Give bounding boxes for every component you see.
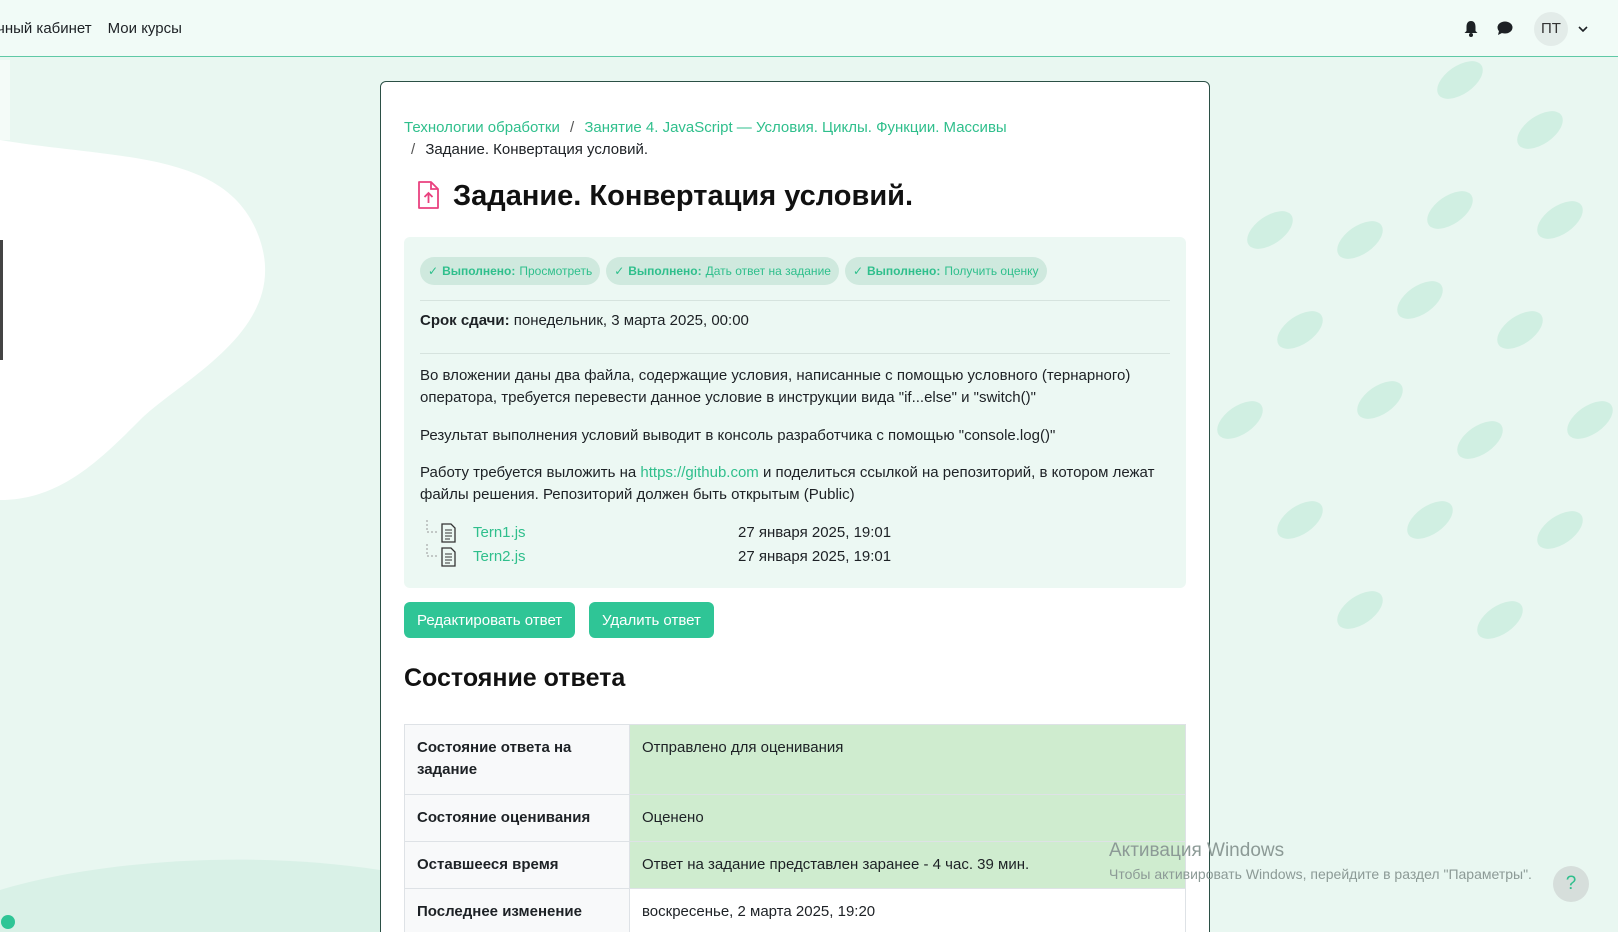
divider	[420, 353, 1170, 354]
file-link[interactable]: Tern2.js	[473, 548, 738, 565]
nav-item-dashboard[interactable]: чный кабинет	[0, 20, 92, 37]
file-item: Tern2.js 27 января 2025, 19:01	[420, 544, 891, 568]
completion-badge-grade: ✓ Выполнено: Получить оценку	[844, 257, 1047, 285]
completion-badges: ✓ Выполнено: Просмотреть ✓ Выполнено: Дать…	[420, 257, 1047, 285]
top-navbar: чный кабинет Мои курсы ПТ	[0, 0, 1618, 57]
file-link[interactable]: Tern1.js	[473, 524, 738, 541]
due-date-label: Срок сдачи:	[420, 312, 510, 329]
bell-icon[interactable]	[1460, 18, 1482, 40]
file-tree-icon	[426, 544, 456, 567]
description-paragraph: Результат выполнения условий выводит в к…	[420, 427, 1056, 444]
table-row: Состояние ответа на задание Отправлено д…	[404, 724, 1186, 795]
row-label: Последнее изменение	[404, 888, 630, 932]
table-row: Последнее изменение воскресенье, 2 марта…	[404, 888, 1186, 932]
breadcrumb-separator: /	[411, 141, 416, 158]
watermark-title: Активация Windows	[1109, 840, 1285, 861]
submission-status-heading: Состояние ответа	[404, 664, 626, 692]
check-icon: ✓	[428, 264, 439, 278]
row-value: воскресенье, 2 марта 2025, 19:20	[629, 888, 1186, 932]
nav-item-my-courses[interactable]: Мои курсы	[108, 20, 182, 37]
submission-status-table: Состояние ответа на задание Отправлено д…	[404, 724, 1186, 932]
assignment-upload-icon	[417, 180, 439, 213]
check-icon: ✓	[614, 264, 625, 278]
row-value: Отправлено для оценивания	[629, 724, 1186, 795]
attached-files: Tern1.js 27 января 2025, 19:01 Tern2.js …	[420, 520, 891, 568]
row-value: Ответ на задание представлен заранее - 4…	[629, 841, 1186, 889]
file-tree-icon	[426, 520, 456, 543]
avatar[interactable]: ПТ	[1534, 11, 1568, 46]
completion-badge-view: ✓ Выполнено: Просмотреть	[420, 257, 601, 285]
primary-navigation: чный кабинет Мои курсы	[0, 20, 182, 37]
description-paragraph: Во вложении даны два файла, содержащие у…	[420, 367, 1131, 406]
file-item: Tern1.js 27 января 2025, 19:01	[420, 520, 891, 544]
row-label: Состояние ответа на задание	[404, 724, 630, 795]
breadcrumb-course[interactable]: Технологии обработки	[404, 119, 560, 136]
breadcrumb-separator: /	[570, 119, 575, 136]
chevron-down-icon[interactable]	[1572, 18, 1594, 40]
check-icon: ✓	[852, 264, 864, 278]
file-date: 27 января 2025, 19:01	[738, 547, 892, 565]
windows-activation-watermark: Активация Windows Чтобы активировать Win…	[1109, 840, 1532, 882]
user-area: ПТ	[1460, 0, 1618, 57]
assignment-card: Технологии обработки / Занятие 4. JavaSc…	[380, 81, 1210, 932]
divider	[420, 300, 1170, 301]
watermark-text: Чтобы активировать Windows, перейдите в …	[1109, 866, 1532, 882]
assignment-info: ✓ Выполнено: Просмотреть ✓ Выполнено: Дать…	[404, 237, 1186, 588]
due-date-value: понедельник, 3 марта 2025, 00:00	[513, 312, 749, 329]
row-label: Состояние оценивания	[404, 794, 630, 842]
help-button[interactable]: ?	[1553, 866, 1589, 902]
completion-badge-submit: ✓ Выполнено: Дать ответ на задание	[606, 257, 839, 285]
edit-submission-button[interactable]: Редактировать ответ	[404, 602, 576, 638]
row-label: Оставшееся время	[404, 841, 630, 889]
breadcrumb-lesson[interactable]: Занятие 4. JavaScript — Условия. Циклы. …	[584, 119, 1006, 136]
row-value: Оценено	[629, 794, 1186, 842]
table-row: Оставшееся время Ответ на задание предст…	[404, 841, 1186, 889]
due-date: Срок сдачи: понедельник, 3 марта 2025, 0…	[420, 312, 749, 329]
github-link[interactable]: https://github.com	[640, 464, 758, 481]
remove-submission-button[interactable]: Удалить ответ	[589, 602, 714, 638]
breadcrumb-current: Задание. Конвертация условий.	[425, 141, 648, 158]
assignment-description: Во вложении даны два файла, содержащие у…	[420, 365, 1170, 522]
page-title: Задание. Конвертация условий.	[453, 180, 914, 212]
page-header: Задание. Конвертация условий.	[417, 180, 913, 213]
chat-icon[interactable]	[1494, 18, 1516, 40]
file-date: 27 января 2025, 19:01	[738, 523, 892, 541]
description-paragraph: Работу требуется выложить на https://git…	[420, 464, 1155, 503]
table-row: Состояние оценивания Оценено	[404, 794, 1186, 842]
breadcrumb: Технологии обработки / Занятие 4. JavaSc…	[404, 117, 1007, 161]
